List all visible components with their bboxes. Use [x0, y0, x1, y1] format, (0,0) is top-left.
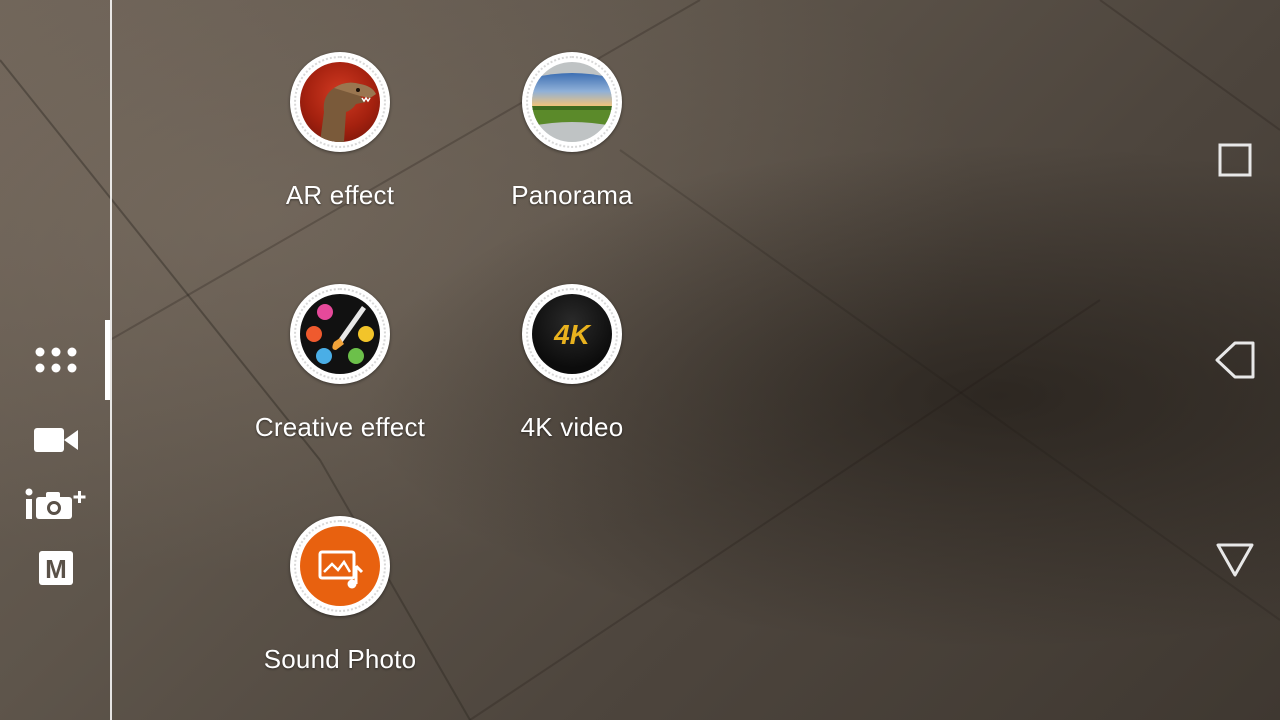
camera-viewfinder[interactable]: M AR effect Panorama Creative effect 4K …	[0, 0, 1280, 720]
back-triangle-icon	[1215, 341, 1255, 379]
home-button[interactable]	[1210, 535, 1260, 585]
superior-auto-button[interactable]	[24, 482, 88, 526]
mode-label: Creative effect	[254, 412, 426, 442]
recents-button[interactable]	[1210, 135, 1260, 185]
grid-dots-icon	[35, 347, 77, 373]
mode-ar-effect[interactable]: AR effect	[230, 52, 450, 211]
video-camera-icon	[34, 428, 78, 452]
manual-m-icon: M	[39, 551, 73, 585]
svg-text:M: M	[45, 554, 67, 584]
4k-video-badge: 4K	[522, 284, 622, 384]
camera-apps-button[interactable]	[24, 338, 88, 382]
camera-plus-icon	[25, 488, 86, 519]
video-mode-button[interactable]	[24, 418, 88, 462]
image-music-icon	[318, 550, 364, 589]
mode-sound-photo[interactable]: Sound Photo	[230, 516, 450, 675]
mode-rail: M	[0, 0, 110, 720]
mode-label: Panorama	[511, 180, 633, 210]
4k-badge-icon: 4K	[553, 319, 592, 350]
down-triangle-icon	[1216, 543, 1254, 577]
ar-effect-badge	[290, 52, 390, 152]
mode-label: 4K video	[520, 412, 624, 442]
sound-photo-badge	[290, 516, 390, 616]
rail-divider	[110, 0, 112, 720]
mode-4k-video[interactable]: 4K 4K video	[462, 284, 682, 443]
square-icon	[1218, 143, 1252, 177]
creative-effect-badge	[290, 284, 390, 384]
mode-panorama[interactable]: Panorama	[462, 52, 682, 211]
panorama-landscape-icon	[532, 73, 612, 126]
mode-creative-effect[interactable]: Creative effect	[230, 284, 450, 443]
svg-text:4K: 4K	[553, 319, 592, 350]
mode-label: AR effect	[285, 180, 395, 210]
back-button[interactable]	[1210, 335, 1260, 385]
panorama-badge	[522, 52, 622, 152]
mode-label: Sound Photo	[263, 644, 417, 674]
dinosaur-icon	[320, 82, 376, 142]
manual-mode-button[interactable]: M	[24, 546, 88, 590]
palette-brush-icon	[306, 304, 374, 364]
